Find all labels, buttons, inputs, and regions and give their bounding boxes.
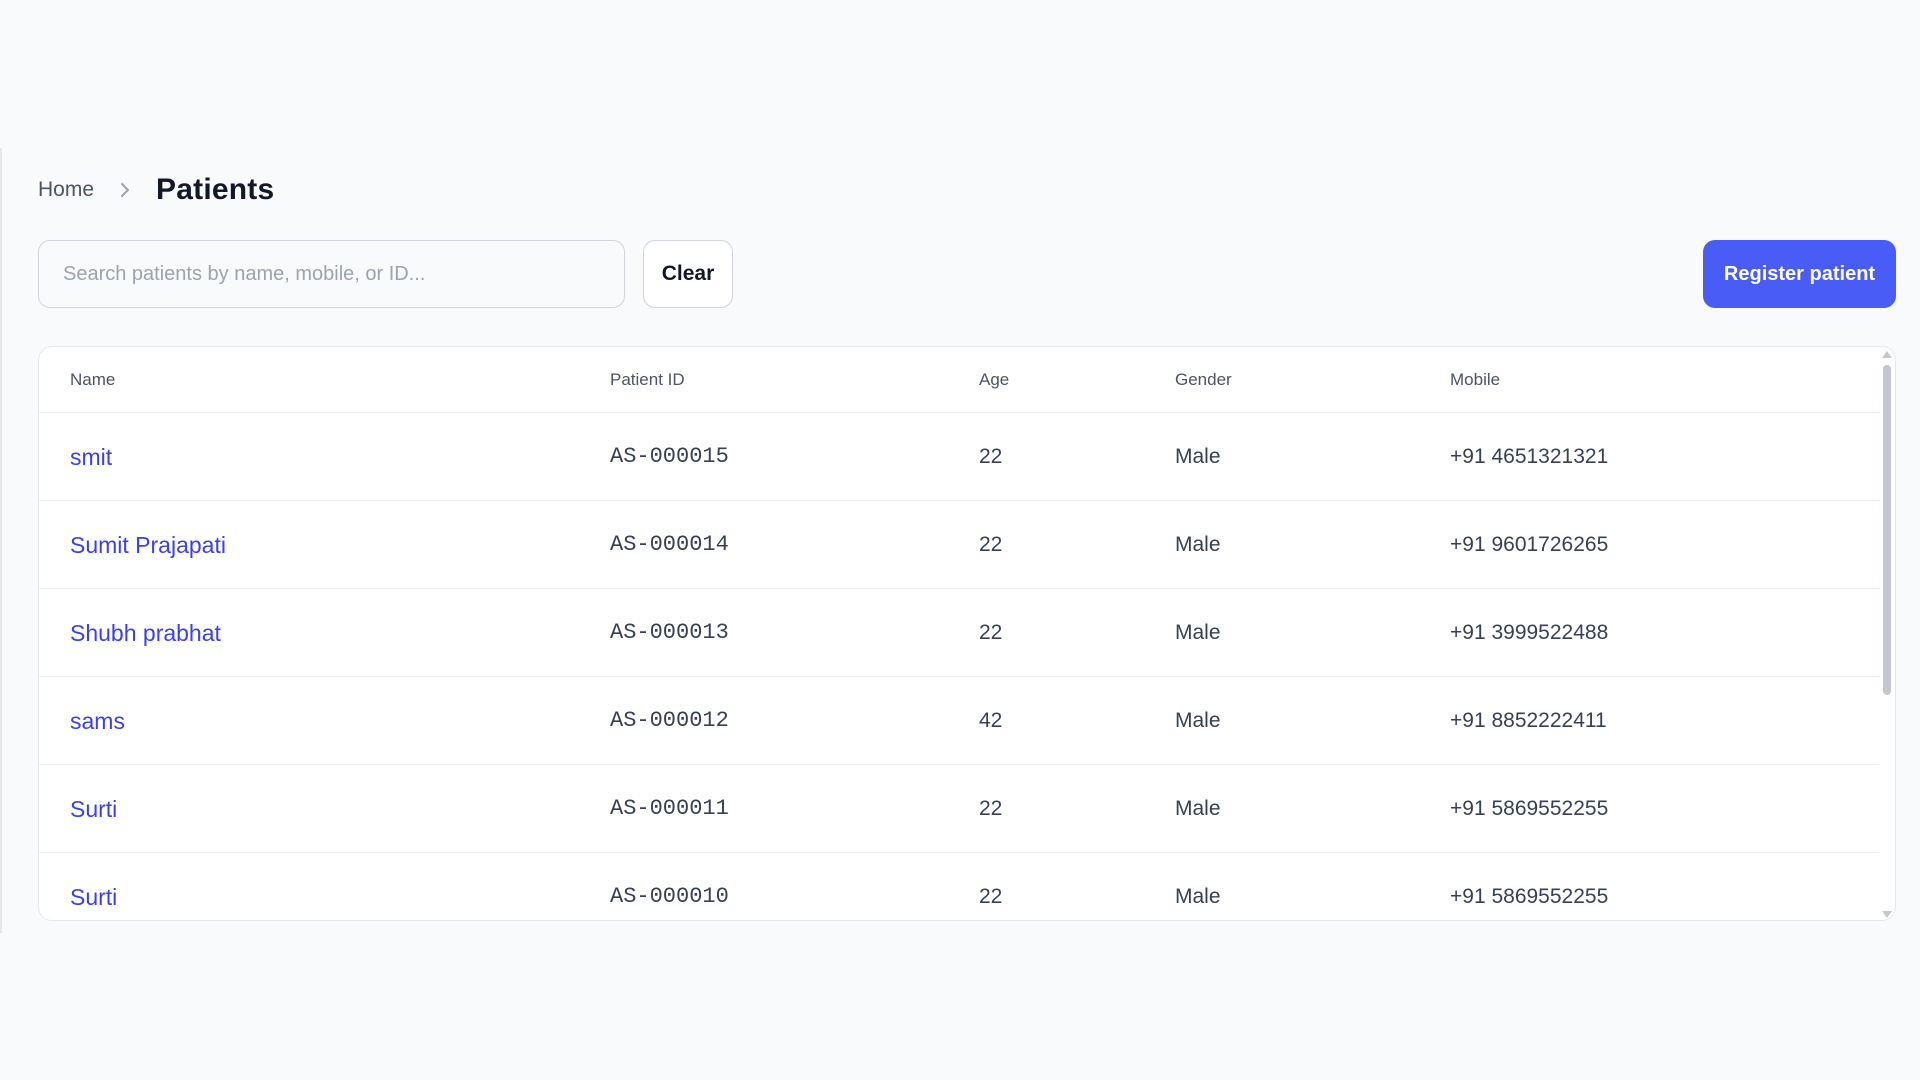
patient-id: AS-000013	[610, 620, 729, 645]
patient-name-link[interactable]: Surti	[70, 853, 117, 920]
patient-id: AS-000011	[610, 796, 729, 821]
table-row[interactable]: Surti AS-000011 22 Male +91 5869552255	[39, 765, 1881, 853]
scrollbar-thumb[interactable]	[1883, 365, 1891, 695]
patient-gender: Male	[1175, 709, 1221, 732]
patient-mobile: +91 5869552255	[1450, 885, 1609, 908]
patient-age: 42	[979, 709, 1003, 732]
column-header-patient-id: Patient ID	[610, 370, 685, 389]
patient-gender: Male	[1175, 885, 1221, 908]
patient-mobile: +91 3999522488	[1450, 621, 1609, 644]
patient-age: 22	[979, 533, 1003, 556]
clear-button[interactable]: Clear	[643, 240, 733, 308]
page-title: Patients	[156, 173, 275, 206]
patient-name-link[interactable]: sams	[70, 677, 125, 765]
patient-id: AS-000010	[610, 884, 729, 909]
toolbar: Clear Register patient	[38, 240, 1896, 308]
patients-table: Name Patient ID Age Gender Mobile smit A…	[38, 346, 1896, 921]
patient-id: AS-000014	[610, 532, 729, 557]
patient-name-link[interactable]: Surti	[70, 765, 117, 853]
patient-age: 22	[979, 797, 1003, 820]
table-body: smit AS-000015 22 Male +91 4651321321 Su…	[39, 413, 1881, 920]
patient-id: AS-000012	[610, 708, 729, 733]
breadcrumb-home-link[interactable]: Home	[38, 178, 94, 202]
chevron-right-icon	[108, 178, 142, 202]
patient-mobile: +91 5869552255	[1450, 797, 1609, 820]
patient-age: 22	[979, 885, 1003, 908]
top-blank-area	[0, 0, 1920, 148]
patient-gender: Male	[1175, 445, 1221, 468]
column-header-gender: Gender	[1175, 370, 1232, 389]
search-input[interactable]	[38, 240, 625, 308]
patient-mobile: +91 8852222411	[1450, 709, 1607, 732]
patient-name-link[interactable]: smit	[70, 413, 112, 501]
scroll-down-arrow-icon[interactable]	[1882, 911, 1892, 918]
patients-page: Home Patients Clear Register patient Nam…	[0, 148, 1920, 933]
patient-age: 22	[979, 445, 1003, 468]
column-header-age: Age	[979, 370, 1010, 389]
breadcrumb: Home Patients	[38, 166, 274, 214]
patient-mobile: +91 4651321321	[1450, 445, 1609, 468]
table-row[interactable]: Shubh prabhat AS-000013 22 Male +91 3999…	[39, 589, 1881, 677]
scroll-up-arrow-icon[interactable]	[1882, 351, 1892, 358]
register-patient-button[interactable]: Register patient	[1703, 240, 1896, 308]
column-header-mobile: Mobile	[1450, 370, 1501, 389]
table-scrollbar[interactable]	[1879, 347, 1895, 920]
patient-mobile: +91 9601726265	[1450, 533, 1609, 556]
table-row[interactable]: sams AS-000012 42 Male +91 8852222411	[39, 677, 1881, 765]
table-row[interactable]: smit AS-000015 22 Male +91 4651321321	[39, 413, 1881, 501]
patient-name-link[interactable]: Shubh prabhat	[70, 589, 221, 677]
column-header-name: Name	[70, 370, 116, 389]
table-row[interactable]: Surti AS-000010 22 Male +91 5869552255	[39, 853, 1881, 920]
patient-name-link[interactable]: Sumit Prajapati	[70, 501, 226, 589]
patient-age: 22	[979, 621, 1003, 644]
patient-gender: Male	[1175, 797, 1221, 820]
patient-gender: Male	[1175, 621, 1221, 644]
patient-id: AS-000015	[610, 444, 729, 469]
patient-gender: Male	[1175, 533, 1221, 556]
table-header: Name Patient ID Age Gender Mobile	[39, 347, 1881, 413]
table-row[interactable]: Sumit Prajapati AS-000014 22 Male +91 96…	[39, 501, 1881, 589]
